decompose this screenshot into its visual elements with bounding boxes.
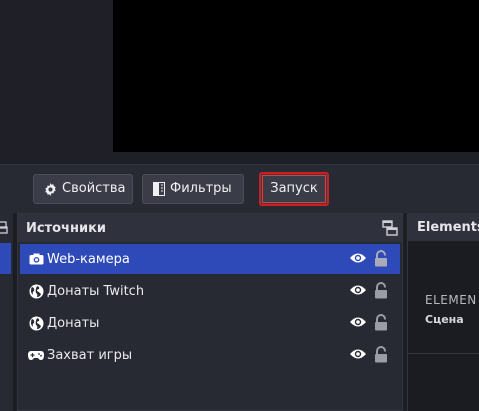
visibility-eye-icon[interactable] [349, 315, 367, 333]
preview-canvas[interactable] [113, 0, 479, 152]
filters-label: Фильтры [170, 181, 232, 196]
sources-dock: Источники Web-камера Донаты Twitch Донат… [17, 213, 403, 411]
visibility-eye-icon[interactable] [349, 251, 367, 269]
start-button[interactable]: Запуск [259, 172, 329, 206]
camera-icon [28, 251, 44, 267]
elements-dock: Elements ELEMEN Сцена [407, 213, 479, 411]
source-label: Web-камера [47, 251, 130, 267]
unlock-icon[interactable] [374, 250, 388, 271]
filters-button[interactable]: Фильтры [142, 174, 244, 204]
filter-icon [153, 182, 165, 196]
source-label: Донаты [47, 315, 100, 331]
preview-bottom-margin [113, 152, 479, 164]
element-card[interactable]: ELEMEN Сцена [408, 253, 479, 354]
sources-header: Источники [18, 214, 402, 242]
dock-float-icon[interactable] [0, 220, 8, 234]
source-label: Донаты Twitch [47, 283, 145, 299]
sources-title: Источники [26, 220, 106, 236]
elements-title: Elements [417, 219, 479, 235]
preview-side-area [0, 0, 113, 164]
dock-float-icon[interactable] [382, 220, 398, 240]
sources-list: Web-камера Донаты Twitch Донаты Захват и… [18, 242, 402, 370]
elements-header: Elements [408, 213, 479, 241]
element-card-title: ELEMEN [425, 293, 477, 307]
source-toolbar: Свойства Фильтры Запуск [0, 164, 479, 213]
unlock-icon[interactable] [374, 314, 388, 335]
element-card-subtitle: Сцена [425, 313, 464, 326]
source-item-twitch-donations[interactable]: Донаты Twitch [20, 276, 400, 306]
source-item-game-capture[interactable]: Захват игры [20, 340, 400, 370]
visibility-eye-icon[interactable] [349, 283, 367, 301]
gear-icon [44, 182, 57, 196]
visibility-eye-icon[interactable] [349, 347, 367, 365]
source-label: Захват игры [47, 347, 133, 363]
globe-icon [28, 315, 44, 331]
properties-button[interactable]: Свойства [33, 174, 133, 204]
gamepad-icon [28, 347, 44, 363]
elements-body: ELEMEN Сцена [408, 241, 479, 411]
source-item-webcam[interactable]: Web-камера [20, 244, 400, 274]
unlock-icon[interactable] [374, 346, 388, 367]
globe-icon [28, 283, 44, 299]
properties-label: Свойства [62, 181, 126, 196]
selected-scene-edge[interactable] [0, 243, 11, 274]
unlock-icon[interactable] [374, 282, 388, 303]
scenes-dock-edge [0, 213, 14, 411]
source-item-donations[interactable]: Донаты [20, 308, 400, 338]
